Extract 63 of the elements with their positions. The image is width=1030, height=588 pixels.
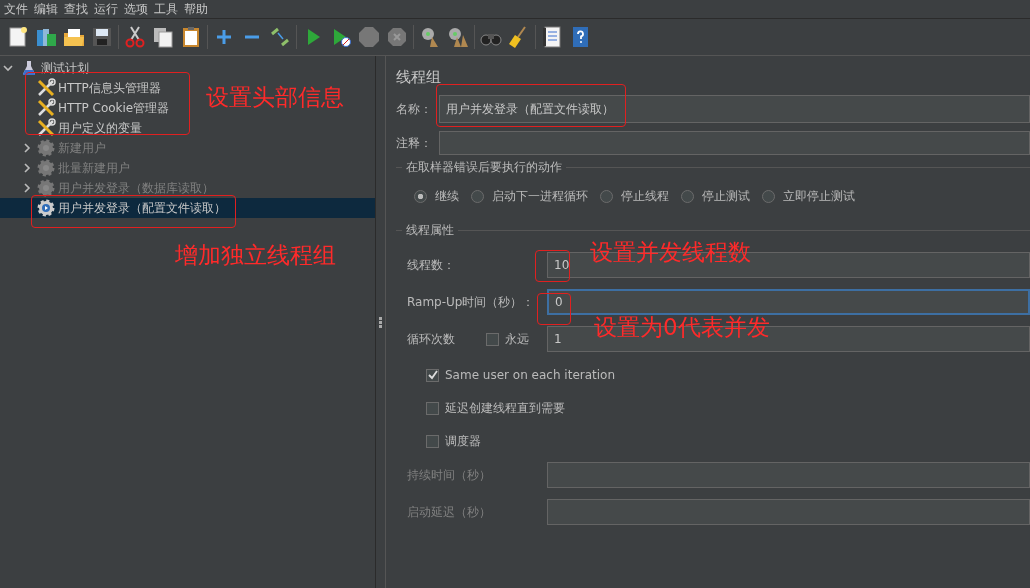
wrench-screwdriver-icon	[36, 118, 56, 138]
radio-label: 立即停止测试	[783, 187, 855, 205]
annotation-box	[537, 293, 571, 325]
menu-item[interactable]: 文件	[2, 1, 32, 17]
field-label: 循环次数	[407, 330, 456, 348]
text-field[interactable]: 0	[547, 289, 1030, 315]
group-legend: 在取样器错误后要执行的动作	[402, 159, 566, 176]
group-legend: 线程属性	[402, 222, 458, 239]
radio-label: 停止测试	[702, 187, 750, 205]
checkbox[interactable]	[426, 434, 439, 448]
copy-icon[interactable]	[151, 25, 175, 49]
radio-button[interactable]	[681, 189, 694, 203]
close-octagon-icon[interactable]	[385, 25, 409, 49]
menu-item[interactable]: 查找	[62, 1, 92, 17]
radio-label: 停止线程	[621, 187, 669, 205]
document-icon[interactable]	[6, 25, 30, 49]
radio-button[interactable]	[414, 189, 427, 203]
gear-icon	[36, 178, 56, 198]
checkbox[interactable]	[426, 368, 439, 382]
tree-item[interactable]: HTTP信息头管理器	[58, 79, 161, 97]
wrench-screwdriver-icon	[36, 98, 56, 118]
field-label: 线程数：	[407, 256, 456, 274]
text-field[interactable]	[439, 131, 1030, 155]
gear-icon	[36, 158, 56, 178]
menu-item[interactable]: 帮助	[182, 1, 212, 17]
text-field[interactable]: 用户并发登录（配置文件读取）	[439, 95, 1030, 123]
tree-item[interactable]: HTTP Cookie管理器	[58, 99, 170, 117]
checkbox-label: 永远	[505, 330, 529, 348]
radio-button[interactable]	[600, 189, 613, 203]
checkbox[interactable]	[486, 332, 499, 346]
annotation-text: 增加独立线程组	[175, 241, 336, 270]
checkbox[interactable]	[426, 401, 439, 415]
radio-label: 继续	[435, 187, 459, 205]
gear-icon	[36, 198, 56, 218]
flask-icon	[21, 60, 37, 76]
radio-label: 启动下一进程循环	[492, 187, 588, 205]
selected-row[interactable]: 用户并发登录（配置文件读取）	[0, 198, 375, 218]
radio-button[interactable]	[762, 189, 775, 203]
menu-item[interactable]: 选项	[122, 1, 152, 17]
annotation-box	[535, 250, 570, 282]
menu-item[interactable]: 运行	[92, 1, 122, 17]
splitter-grip-icon[interactable]	[379, 316, 382, 328]
radio-button[interactable]	[471, 189, 484, 203]
scissors-icon[interactable]	[123, 25, 147, 49]
field-label: 注释：	[396, 134, 433, 152]
notebook-icon[interactable]	[540, 25, 564, 49]
chevron-down-icon[interactable]	[3, 63, 13, 73]
menu-item[interactable]: 工具	[152, 1, 182, 17]
gear-icon	[36, 138, 56, 158]
check-icon	[426, 369, 439, 381]
annotation-text: 设置头部信息	[206, 83, 344, 112]
menu-item[interactable]: 编辑	[32, 1, 62, 17]
field-label: 名称：	[396, 100, 433, 118]
field-label: 启动延迟（秒）	[407, 503, 492, 521]
panel-title: 线程组	[396, 68, 442, 88]
checkbox-label: 延迟创建线程直到需要	[445, 399, 565, 417]
field-label: 持续时间（秒）	[407, 466, 492, 484]
field-label: Ramp-Up时间（秒）：	[407, 293, 536, 311]
checkbox-label: Same user on each iteration	[445, 368, 616, 382]
tree-item[interactable]: 用户定义的变量	[58, 119, 142, 137]
checkbox-label: 调度器	[445, 432, 481, 450]
tree-item[interactable]: 用户并发登录（配置文件读取）	[58, 199, 226, 217]
wrench-screwdriver-icon	[36, 78, 56, 98]
